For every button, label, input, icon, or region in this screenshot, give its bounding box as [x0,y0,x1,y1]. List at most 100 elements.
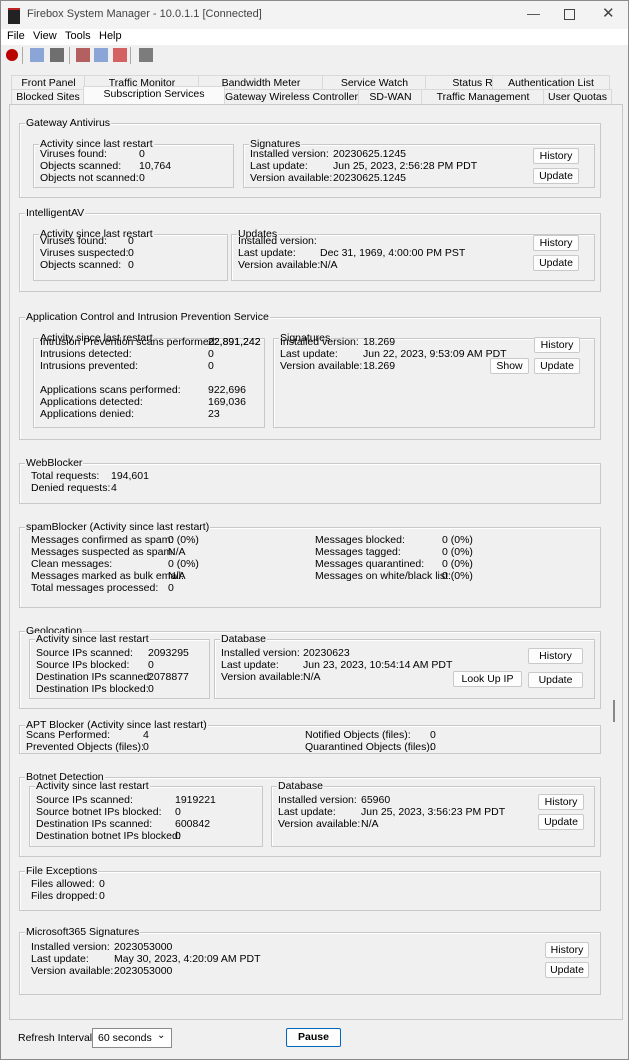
iav-activity-label: Viruses found: [40,235,107,247]
geo-activity-label: Source IPs blocked: [36,659,130,671]
tab-user-quotas[interactable]: User Quotas [543,89,612,104]
ips-activity-value: 22,891,242 [208,336,261,348]
gav-signature-label: Last update: [250,160,308,172]
tab-front-panel[interactable]: Front Panel [11,75,86,90]
botnet-activity-value: 0 [175,830,181,842]
m365-update-button[interactable]: Update [545,962,589,978]
m365-history-button[interactable]: History [545,942,589,958]
menu-view[interactable]: View [33,30,57,42]
m365-label: Installed version: [31,941,110,953]
maximize-button[interactable] [564,9,575,20]
gav-activity-value: 0 [139,148,145,160]
ips-activity-value: 169,036 [208,396,246,408]
spamblocker-group-title: spamBlocker (Activity since last restart… [25,521,211,533]
geo-history-button[interactable]: History [528,648,583,664]
ips-activity-label: Applications detected: [40,396,143,408]
spam-left-value: 0 (0%) [168,558,199,570]
ips-activity-value: 0 [208,360,214,372]
ips-activity-label: Intrusion Prevention scans performed: [40,336,218,348]
iav-update-label: Version available: [238,259,321,271]
apt-right-value: 0 [430,729,436,741]
pause-button[interactable]: Pause [286,1028,341,1047]
window-icon[interactable] [50,48,64,62]
botnet-update-button[interactable]: Update [538,814,584,830]
close-button[interactable]: ✕ [602,4,615,22]
report-icon[interactable] [30,48,44,62]
botnet-activity-group-title: Activity since last restart [35,780,150,792]
geo-update-button[interactable]: Update [528,672,583,688]
file-exceptions-value: 0 [99,890,105,902]
iav-update-label: Last update: [238,247,296,259]
gav-signature-label: Version available: [250,172,333,184]
apt-left-label: Scans Performed: [26,729,111,741]
toolbar-separator [130,47,131,64]
m365-label: Last update: [31,953,89,965]
gav-activity-value: 10,764 [139,160,172,172]
refresh-interval-select[interactable]: 60 seconds ⌄ [92,1028,172,1048]
tab-service-watch[interactable]: Service Watch [322,75,427,90]
geo-activity-label: Destination IPs scanned: [36,671,153,683]
apt-right-label: Notified Objects (files): [305,729,411,741]
microsoft365-group-title: Microsoft365 Signatures [25,926,141,938]
geo-activity-value: 0 [148,683,154,695]
file-exceptions-group-title: File Exceptions [25,865,99,877]
menu-tools[interactable]: Tools [65,30,91,42]
file-exceptions-group: File Exceptions [19,865,601,911]
scrollbar-thumb[interactable] [613,700,615,722]
grid-icon[interactable] [94,48,108,62]
ips-signature-label: Last update: [280,348,338,360]
tab-subscription-services[interactable]: Subscription Services [83,86,225,104]
botnet-database-group-title: Database [277,780,324,792]
stop-icon[interactable] [6,49,18,61]
tab-gateway-wireless-controller[interactable]: Gateway Wireless Controller [223,89,360,104]
gav-signature-value: 20230625.1245 [333,148,406,160]
geo-activity-group-title: Activity since last restart [35,633,150,645]
geo-database-label: Installed version: [221,647,300,659]
chart-icon[interactable] [113,48,127,62]
iav-update-button[interactable]: Update [533,255,579,271]
tab-traffic-management[interactable]: Traffic Management [421,89,545,104]
refresh-interval-value: 60 seconds [98,1032,152,1044]
m365-label: Version available: [31,965,114,977]
gav-update-button[interactable]: Update [533,168,579,184]
tab-blocked-sites[interactable]: Blocked Sites [11,89,85,104]
title-bar: Firebox System Manager - 10.0.1.1 [Conne… [1,1,628,29]
tab-sd-wan[interactable]: SD-WAN [358,89,423,104]
menu-file[interactable]: File [7,30,25,42]
menu-help[interactable]: Help [99,30,122,42]
user-icon[interactable] [76,48,90,62]
gav-signature-value: 20230625.1245 [333,172,406,184]
botnet-activity-label: Destination botnet IPs blocked: [36,830,181,842]
ips-activity-label: Applications scans performed: [40,384,181,396]
spam-right-label: Messages quarantined: [315,558,425,570]
scrollbar[interactable] [611,110,619,1010]
spam-right-label: Messages on white/black list: [315,570,451,582]
ips-activity-label: Intrusions prevented: [40,360,139,372]
m365-value: May 30, 2023, 4:20:09 AM PDT [114,953,261,965]
ips-history-button[interactable]: History [534,337,580,353]
toolbar-separator [69,47,70,64]
ips-activity-label: Applications denied: [40,408,134,420]
webblocker-label: Denied requests: [31,482,111,494]
spam-left-value: N/A [168,546,186,558]
ips-show-button[interactable]: Show [490,358,529,374]
gav-activity-label: Viruses found: [40,148,107,160]
ips-signature-label: Version available: [280,360,363,372]
document-icon[interactable] [139,48,153,62]
geo-activity-label: Source IPs scanned: [36,647,133,659]
menu-bar: File View Tools Help [1,29,628,45]
minimize-button[interactable]: — [527,6,540,21]
apt-left-label: Prevented Objects (files): [26,741,144,753]
app-control-ips-group-title: Application Control and Intrusion Preven… [25,311,270,323]
ips-update-button[interactable]: Update [534,358,580,374]
geo-lookup-ip-button[interactable]: Look Up IP [453,671,522,687]
gav-activity-label: Objects not scanned: [40,172,139,184]
tab-authentication-list[interactable]: Authentication List [492,75,610,90]
gav-history-button[interactable]: History [533,148,579,164]
webblocker-label: Total requests: [31,470,100,482]
botnet-history-button[interactable]: History [538,794,584,810]
spam-right-value: 0 (0%) [442,570,473,582]
iav-history-button[interactable]: History [533,235,579,251]
spam-left-value: 0 (0%) [168,534,199,546]
webblocker-value: 4 [111,482,117,494]
